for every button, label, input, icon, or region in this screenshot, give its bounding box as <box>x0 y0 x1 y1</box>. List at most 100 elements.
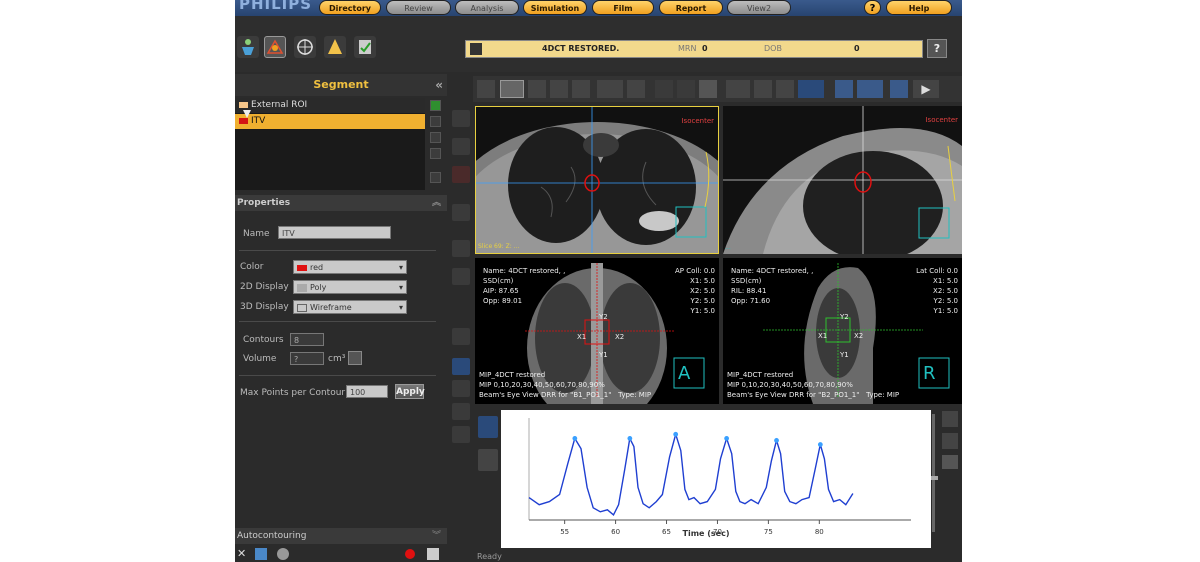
play-icon[interactable]: ▶ <box>913 80 939 98</box>
move-roi-button[interactable] <box>430 172 441 183</box>
window-level-icon[interactable] <box>550 80 568 98</box>
edit-icon[interactable] <box>427 548 439 560</box>
refresh-volume-button[interactable] <box>348 351 362 365</box>
info-line: Y1: 5.0 <box>933 307 958 315</box>
tab-view2[interactable]: View2 <box>727 0 791 15</box>
help-question-icon[interactable]: ? <box>864 0 881 15</box>
display2d-select[interactable]: Poly ▾ <box>293 280 407 294</box>
save-icon[interactable] <box>255 548 267 560</box>
rotate-tool-icon[interactable] <box>572 80 590 98</box>
draw-tool-icon[interactable] <box>452 110 470 127</box>
roi-item-external[interactable]: External ROI <box>235 98 425 113</box>
add-roi-button[interactable] <box>430 100 441 111</box>
autocontour-close-icon[interactable]: ✕ <box>237 548 248 560</box>
margin-tool-icon[interactable] <box>452 268 470 285</box>
phase-select-icon[interactable] <box>478 416 498 438</box>
drr-ap-view[interactable]: Name: 4DCT restored, , SSD(cm) AIP: 87.6… <box>475 258 719 404</box>
copy-contour-icon[interactable] <box>452 328 470 345</box>
color-select[interactable]: red ▾ <box>293 260 407 274</box>
roi-tool-button[interactable] <box>430 116 441 127</box>
tab-report[interactable]: Report <box>659 0 723 15</box>
isocenter-icon[interactable] <box>294 36 316 58</box>
properties-header: Properties ︽ <box>235 195 447 211</box>
footer-line: MIP 0,10,20,30,40,50,60,70,80,90% <box>727 381 853 389</box>
patient-setup-icon[interactable] <box>237 36 259 58</box>
tab-directory[interactable]: Directory <box>319 0 381 15</box>
document-icon[interactable] <box>478 449 498 471</box>
tab-review[interactable]: Review <box>386 0 451 15</box>
record-icon[interactable] <box>405 549 415 559</box>
tab-simulation[interactable]: Simulation <box>523 0 587 15</box>
beam-icon[interactable] <box>324 36 346 58</box>
pan-tool-icon[interactable] <box>528 80 546 98</box>
annotate-tool-icon[interactable] <box>627 80 645 98</box>
person-icon[interactable] <box>452 426 470 443</box>
copy-roi-button[interactable] <box>430 148 441 159</box>
name-field[interactable]: ITV <box>278 226 391 239</box>
tab-film[interactable]: Film <box>592 0 654 15</box>
drr-lat-info-right: Lat Coll: 0.0 X1: 5.0 X2: 5.0 Y2: 5.0 Y1… <box>916 266 958 316</box>
mrn-value: 0 <box>702 44 708 53</box>
view-slice-icon[interactable] <box>699 80 717 98</box>
view-down-icon[interactable] <box>677 80 695 98</box>
info-line: Opp: 71.60 <box>731 297 771 305</box>
color-value: red <box>310 263 324 272</box>
context-help-button[interactable]: ? <box>927 39 947 58</box>
grid-icon[interactable] <box>798 80 824 98</box>
info-line: X2: 5.0 <box>690 287 715 295</box>
display3d-select[interactable]: Wireframe ▾ <box>293 300 407 314</box>
building-icon[interactable] <box>835 80 853 98</box>
measure-tool-icon[interactable] <box>597 80 623 98</box>
axial-view[interactable]: Isocenter Slice 69: Z: ... <box>475 106 719 254</box>
divider <box>239 250 436 251</box>
color-swatch <box>297 264 307 271</box>
roi-list: External ROI ITV <box>235 98 425 190</box>
chart-zoom-in-icon[interactable] <box>942 411 958 427</box>
viewer-toolbar: ▶ <box>473 76 962 102</box>
layout-icon[interactable] <box>857 80 883 98</box>
collapse-section-icon[interactable]: ︽ <box>432 195 441 211</box>
info-line: Name: 4DCT restored, , <box>483 267 566 275</box>
target-icon[interactable] <box>452 380 470 397</box>
chart-fit-icon[interactable] <box>942 455 958 469</box>
nudge-tool-icon[interactable] <box>452 138 470 155</box>
approve-checklist-icon[interactable] <box>354 36 376 58</box>
camera-icon[interactable] <box>726 80 750 98</box>
info-line: SSD(cm) <box>483 277 514 285</box>
apply-button[interactable]: Apply <box>395 384 425 399</box>
autocontouring-header: Autocontouring ︾ <box>235 528 447 544</box>
expand-section-icon[interactable]: ︾ <box>432 528 441 544</box>
settings-icon[interactable] <box>277 548 289 560</box>
tab-analysis[interactable]: Analysis <box>455 0 519 15</box>
chart-zoom-out-icon[interactable] <box>942 433 958 449</box>
sagittal-view[interactable]: Isocenter ... <box>723 106 962 254</box>
top-navigation-bar: PHILIPS Directory Review Analysis Simula… <box>235 0 962 16</box>
measure-icon[interactable] <box>776 80 794 98</box>
pencil-tool-icon[interactable] <box>452 204 470 221</box>
maxpoints-field[interactable]: 100 <box>346 385 388 398</box>
window-icon[interactable] <box>452 403 470 420</box>
wireframe-icon <box>297 303 307 312</box>
collapse-panel-icon[interactable]: « <box>435 74 443 96</box>
segment-tool-icon[interactable] <box>264 36 286 58</box>
roi-item-itv[interactable]: ITV <box>235 114 425 129</box>
footer-line: Beam's Eye View DRR for "B1_PO1_1" Type:… <box>479 391 652 399</box>
dropdown-arrow-icon: ▾ <box>398 283 403 292</box>
help-button[interactable]: Help <box>886 0 952 15</box>
cut-tool-icon[interactable] <box>452 240 470 257</box>
crosshair-icon[interactable] <box>754 80 772 98</box>
drr-lat-view[interactable]: Name: 4DCT restored, , SSD(cm) RIL: 88.4… <box>723 258 962 404</box>
screenshot-icon[interactable] <box>890 80 908 98</box>
isocenter-label: Isocenter <box>681 117 714 125</box>
layers-icon[interactable] <box>452 358 470 375</box>
display3d-label: 3D Display <box>240 302 289 312</box>
smart-brush-icon[interactable] <box>452 166 470 183</box>
zoom-tool-icon[interactable] <box>500 80 524 98</box>
segment-title: Segment <box>313 78 369 91</box>
pointer-tool-icon[interactable] <box>477 80 495 98</box>
drr-ap-footer: MIP_4DCT restored MIP 0,10,20,30,40,50,6… <box>479 370 651 400</box>
view-up-icon[interactable] <box>655 80 673 98</box>
delete-roi-button[interactable] <box>430 132 441 143</box>
jaw-label-x2: X2 <box>854 332 864 340</box>
chart-scrollbar[interactable] <box>932 414 935 532</box>
